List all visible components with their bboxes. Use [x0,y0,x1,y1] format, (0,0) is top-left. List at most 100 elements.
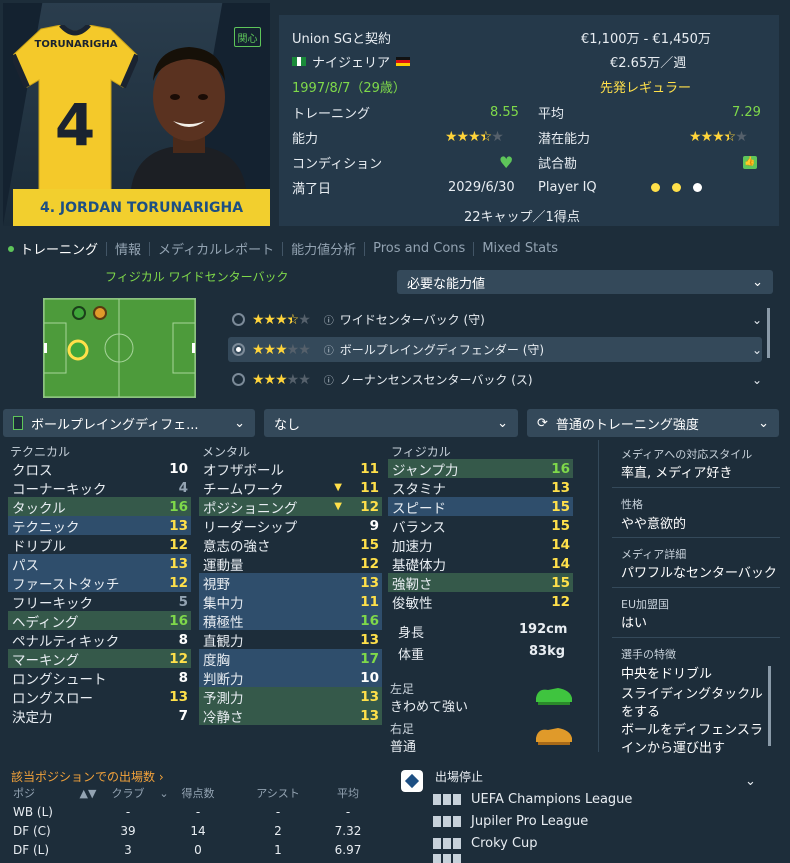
attribute-row[interactable]: チームワーク ▼ 11 [199,478,382,498]
nationality[interactable]: ナイジェリア [292,50,411,72]
table-row[interactable]: DF (C) 39 14 2 7.32 [13,822,373,840]
attribute-row[interactable]: ヘディング 16 [8,611,191,631]
tab-medical-report[interactable]: メディカルレポート [150,239,282,258]
additional-focus-dropdown[interactable]: なし ⌄ [264,409,518,437]
chevron-down-icon[interactable]: ⌄ [752,373,762,387]
attribute-value: 16 [360,612,379,629]
attribute-name: 積極性 [203,614,244,631]
attribute-row[interactable]: 予測力 13 [199,687,382,707]
left-foot-value: きわめて強い [390,700,469,715]
attribute-value: 7 [178,707,188,724]
attribute-value: 12 [169,650,188,667]
eu-value: はい [621,616,648,631]
attribute-row[interactable]: スピード 15 [388,497,573,517]
caps-goals: 22キャップ／1得点 [464,209,580,225]
table-row[interactable]: WB (L) - - - - [13,803,373,821]
roles-scrollbar[interactable] [767,308,770,358]
attribute-row[interactable]: 冷静さ 13 [199,706,382,726]
shirt-number: 4 [55,91,95,159]
attribute-row[interactable]: タックル 16 [8,497,191,517]
attribute-row[interactable]: コーナーキック 4 [8,478,191,498]
match-fitness-label: 試合勘 [538,156,578,172]
info-icon[interactable]: ⓘ [324,342,334,357]
tab-training[interactable]: トレーニング [0,239,106,258]
attribute-row[interactable]: パス 13 [8,554,191,574]
attribute-row[interactable]: マーキング 12 [8,649,191,669]
role-radio[interactable] [232,313,245,326]
attribute-row[interactable]: オフザボール 11 [199,459,382,479]
info-icon[interactable]: ⓘ [324,312,334,327]
attribute-value: 15 [551,574,570,591]
role-row-ball-playing-defender[interactable]: ★★★★★ ⓘ ボールプレイングディフェンダー (守) ⌄ [228,337,762,362]
competition-row: UEFA Champions League [433,788,632,810]
tab-pros-and-cons[interactable]: Pros and Cons [365,241,473,256]
attribute-value: 9 [369,517,379,534]
attribute-row[interactable]: テクニック 13 [8,516,191,536]
attribute-row[interactable]: 決定力 7 [8,706,191,726]
attribute-name: 俊敏性 [392,595,433,612]
attribute-row[interactable]: ファーストタッチ 12 [8,573,191,593]
attribute-name: ドリブル [12,538,66,555]
tab-info[interactable]: 情報 [107,239,149,258]
table-cell: - [275,805,281,819]
attribute-row[interactable]: 視野 13 [199,573,382,593]
role-row-wide-cb[interactable]: ★★★☆★★ ⓘ ワイドセンターバック (守) ⌄ [228,307,762,332]
attribute-row[interactable]: リーダーシップ 9 [199,516,382,536]
chevron-right-icon: › [158,770,164,784]
chevron-down-icon[interactable]: ⌄ [158,787,170,800]
tab-attribute-analysis[interactable]: 能力値分析 [283,239,364,258]
attribute-row[interactable]: ポジショニング ▼ 12 [199,497,382,517]
role-radio[interactable] [232,373,245,386]
attribute-row[interactable]: 運動量 12 [199,554,382,574]
appearances-title[interactable]: 該当ポジションでの出場数 › [11,768,164,785]
height-label: 身長 [398,626,425,641]
suspension-title: 出場停止 [435,770,484,784]
chevron-down-icon[interactable]: ⌄ [745,774,756,789]
attribute-row[interactable]: 意志の強さ 15 [199,535,382,555]
attribute-row[interactable]: ロングスロー 13 [8,687,191,707]
contract-club[interactable]: Union SGと契約 [292,26,391,48]
attribute-row[interactable]: 判断力 10 [199,668,382,688]
refresh-icon: ⟳ [537,415,548,431]
trait-item: スライディングタックルをする [621,687,763,720]
tab-mixed-stats[interactable]: Mixed Stats [474,241,566,256]
media-description-value: パワフルなセンターバック [621,566,777,581]
height-value: 192cm [519,622,568,637]
attribute-row[interactable]: フリーキック 5 [8,592,191,612]
attribute-value: 4 [178,479,188,496]
attribute-row[interactable]: クロス 10 [8,459,191,479]
interest-badge[interactable]: 関心 [234,27,261,47]
table-cell: 14 [190,824,206,838]
potential-stars: ★★★☆★★ [689,129,748,145]
attribute-name: 判断力 [203,671,244,688]
role-row-no-nonsense-cb[interactable]: ★★★★★ ⓘ ノーナンセンスセンターバック (ス) ⌄ [228,367,762,392]
attribute-row[interactable]: ロングシュート 8 [8,668,191,688]
sort-icon[interactable]: ▲▼ [73,787,103,800]
role-select-dropdown[interactable]: ボールプレイングディフェ... ⌄ [3,409,255,437]
player-name: 4. JORDAN TORUNARIGHA [13,189,270,226]
attribute-row[interactable]: 直観力 13 [199,630,382,650]
info-icon[interactable]: ⓘ [324,372,334,387]
attribute-row[interactable]: 加速力 14 [388,535,573,555]
attribute-value: 12 [169,574,188,591]
attribute-row[interactable]: 度胸 17 [199,649,382,669]
attribute-row[interactable]: ジャンプ力 16 [388,459,573,479]
chevron-down-icon[interactable]: ⌄ [752,343,762,357]
attribute-row[interactable]: スタミナ 13 [388,478,573,498]
attribute-row[interactable]: 積極性 16 [199,611,382,631]
attribute-row[interactable]: ペナルティキック 8 [8,630,191,650]
attribute-row[interactable]: ドリブル 12 [8,535,191,555]
traits-scrollbar[interactable] [768,666,771,746]
chevron-down-icon[interactable]: ⌄ [752,313,762,327]
attribute-row[interactable]: バランス 15 [388,516,573,536]
attribute-row[interactable]: 集中力 11 [199,592,382,612]
attribute-row[interactable]: 強靭さ 15 [388,573,573,593]
attribute-row[interactable]: 基礎体力 14 [388,554,573,574]
training-intensity-dropdown[interactable]: ⟳ 普通のトレーニング強度 ⌄ [527,409,779,437]
required-attributes-dropdown[interactable]: 必要な能力値 ⌄ [397,270,773,294]
right-foot-value: 普通 [390,740,417,755]
table-row[interactable]: DF (L) 3 0 1 6.97 [13,841,373,859]
squad-status[interactable]: 先発レギュラー [600,75,691,97]
role-radio[interactable] [232,343,245,356]
attribute-row[interactable]: 俊敏性 12 [388,592,573,612]
